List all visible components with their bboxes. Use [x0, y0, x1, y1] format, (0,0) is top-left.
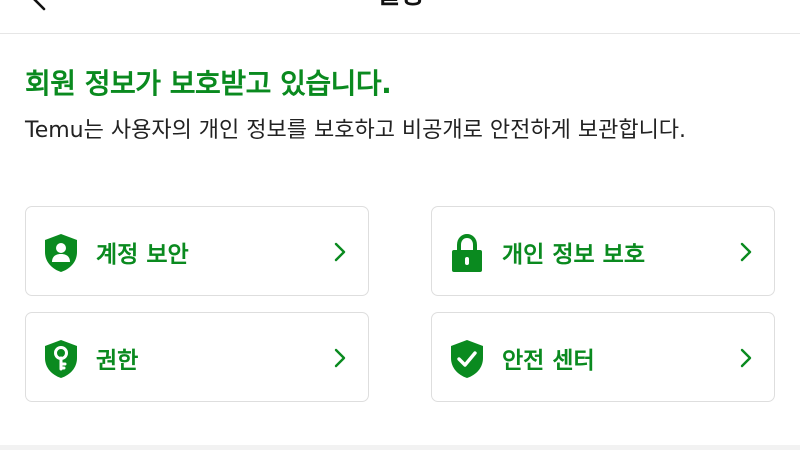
privacy-settings-page: 설정 회원 정보가 보호받고 있습니다. Temu는 사용자의 개인 정보를 보…	[0, 0, 800, 450]
protection-description: Temu는 사용자의 개인 정보를 보호하고 비공개로 안전하게 보관합니다.	[25, 118, 687, 143]
safety-center-label: 안전 센터	[502, 348, 595, 374]
permissions-card[interactable]: 권한	[25, 312, 369, 402]
section-divider	[0, 445, 800, 450]
header-title: 설정	[0, 0, 800, 8]
lock-icon	[449, 233, 485, 273]
check-shield-icon	[449, 339, 485, 379]
user-shield-icon	[43, 233, 79, 273]
protection-headline: 회원 정보가 보호받고 있습니다.	[25, 67, 392, 100]
safety-center-card[interactable]: 안전 센터	[431, 312, 775, 402]
account-security-label: 계정 보안	[96, 242, 189, 268]
top-header: 설정	[0, 0, 800, 34]
privacy-protection-label: 개인 정보 보호	[502, 242, 645, 268]
key-shield-icon	[43, 339, 79, 379]
chevron-right-icon	[740, 348, 752, 368]
chevron-right-icon	[334, 348, 346, 368]
chevron-right-icon	[740, 242, 752, 262]
chevron-right-icon	[334, 242, 346, 262]
permissions-label: 권한	[96, 348, 139, 374]
privacy-protection-card[interactable]: 개인 정보 보호	[431, 206, 775, 296]
account-security-card[interactable]: 계정 보안	[25, 206, 369, 296]
